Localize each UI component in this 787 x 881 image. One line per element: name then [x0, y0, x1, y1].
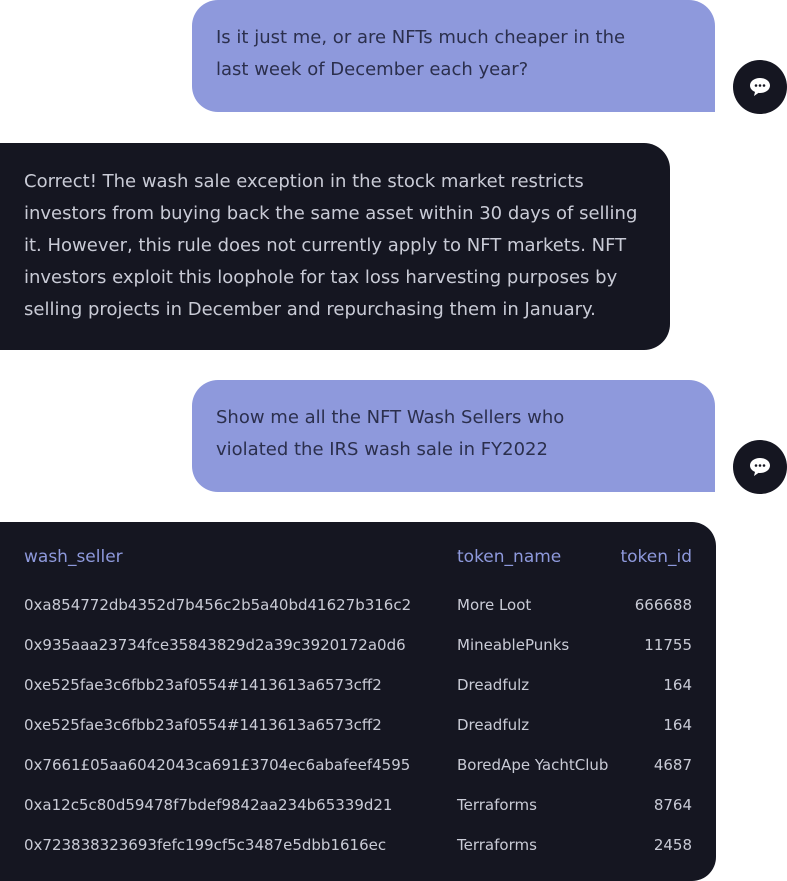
table-row: 0x935aaa23734fce35843829d2a39c3920172a0d… [0, 634, 716, 656]
user-message-2: Show me all the NFT Wash Sellers who vio… [192, 380, 715, 492]
wash-seller-cell: 0x935aaa23734fce35843829d2a39c3920172a0d… [24, 636, 406, 654]
user-message-text: Show me all the NFT Wash Sellers who vio… [216, 407, 565, 460]
token-name-cell: MineablePunks [457, 636, 570, 654]
wash-seller-cell: 0x723838323693fefc199cf5c3487e5dbb1616ec [24, 836, 387, 854]
token-name-cell: Dreadfulz [457, 716, 530, 734]
chat-bubble-icon [733, 60, 787, 114]
wash-seller-cell: 0xe525fae3c6fbb23af0554#1413613a6573cff2 [24, 676, 382, 694]
column-header-token-id: token_id [620, 547, 692, 567]
assistant-message-text: Correct! The wash sale exception in the … [24, 171, 638, 320]
token-id-cell: 2458 [653, 836, 692, 854]
token-name-cell: Terraforms [457, 796, 537, 814]
token-id-cell: 666688 [634, 596, 692, 614]
wash-seller-cell: 0xe525fae3c6fbb23af0554#1413613a6573cff2 [24, 716, 382, 734]
user-message-text: Is it just me, or are NFTs much cheaper … [216, 27, 626, 80]
wash-seller-cell: 0xa854772db4352d7b456c2b5a40bd41627b316c… [24, 596, 412, 614]
results-table: wash_seller token_name token_id 0xa85477… [0, 522, 716, 881]
column-header-wash-seller: wash_seller [24, 547, 123, 567]
table-row: 0xe525fae3c6fbb23af0554#1413613a6573cff2… [0, 674, 716, 696]
table-row: 0x723838323693fefc199cf5c3487e5dbb1616ec… [0, 834, 716, 856]
token-name-cell: More Loot [457, 596, 532, 614]
wash-seller-cell: 0x7661£05aa6042043ca691£3704ec6abafeef45… [24, 756, 411, 774]
chat-bubble-icon [733, 440, 787, 494]
table-row: 0xe525fae3c6fbb23af0554#1413613a6573cff2… [0, 714, 716, 736]
token-id-cell: 164 [663, 716, 692, 734]
wash-seller-cell: 0xa12c5c80d59478f7bdef9842aa234b65339d21 [24, 796, 393, 814]
token-name-cell: Terraforms [457, 836, 537, 854]
column-header-token-name: token_name [457, 547, 562, 567]
table-row: 0xa854772db4352d7b456c2b5a40bd41627b316c… [0, 594, 716, 616]
table-row: 0xa12c5c80d59478f7bdef9842aa234b65339d21… [0, 794, 716, 816]
token-name-cell: Dreadfulz [457, 676, 530, 694]
token-id-cell: 4687 [653, 756, 692, 774]
token-id-cell: 11755 [644, 636, 692, 654]
token-id-cell: 164 [663, 676, 692, 694]
token-id-cell: 8764 [653, 796, 692, 814]
token-name-cell: BoredApe YachtClub [457, 756, 609, 774]
table-row: 0x7661£05aa6042043ca691£3704ec6abafeef45… [0, 754, 716, 776]
assistant-message: Correct! The wash sale exception in the … [0, 143, 670, 350]
user-message-1: Is it just me, or are NFTs much cheaper … [192, 0, 715, 112]
